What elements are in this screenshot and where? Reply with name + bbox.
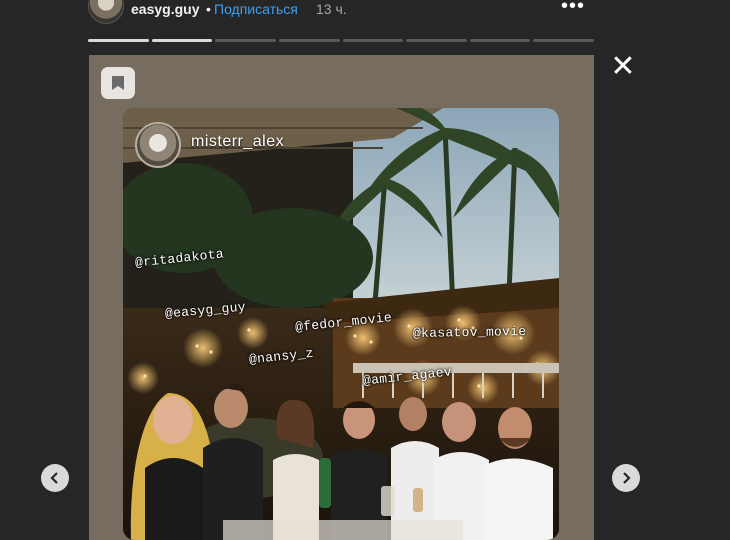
reposted-story-frame: misterr_alex @ritadakota @easyg_guy @fed… (123, 108, 559, 540)
previous-story-button[interactable] (41, 464, 69, 492)
more-options-button[interactable]: ••• (560, 0, 586, 18)
progress-segment (469, 39, 531, 42)
story-author-avatar[interactable] (135, 122, 181, 168)
bookmark-icon (112, 76, 124, 90)
close-icon: ✕ (610, 50, 636, 83)
close-button[interactable]: ✕ (608, 52, 638, 82)
progress-segment (533, 39, 594, 42)
more-horizontal-icon: ••• (560, 0, 585, 17)
post-time: 13 ч. (316, 1, 347, 17)
username[interactable]: easyg.guy (131, 0, 199, 18)
chevron-right-icon (623, 472, 631, 484)
story-content[interactable]: misterr_alex @ritadakota @easyg_guy @fed… (89, 55, 594, 540)
story-header: easyg.guy • Подписаться 13 ч. ••• (88, 0, 598, 24)
separator-dot: • (206, 1, 211, 17)
follow-button[interactable]: Подписаться (214, 0, 298, 18)
progress-segment (151, 39, 213, 42)
progress-segment (406, 39, 467, 42)
story-progress-bar (88, 39, 594, 42)
progress-segment (278, 39, 340, 42)
next-story-button[interactable] (612, 464, 640, 492)
story-author-username[interactable]: misterr_alex (191, 132, 284, 152)
chevron-left-icon (50, 472, 58, 484)
save-bookmark-button[interactable] (101, 67, 135, 99)
avatar[interactable] (88, 0, 124, 24)
progress-segment (215, 39, 276, 42)
progress-segment (88, 39, 149, 42)
progress-segment (342, 39, 404, 42)
mention-tag[interactable]: @kasatov_movie (413, 324, 527, 341)
